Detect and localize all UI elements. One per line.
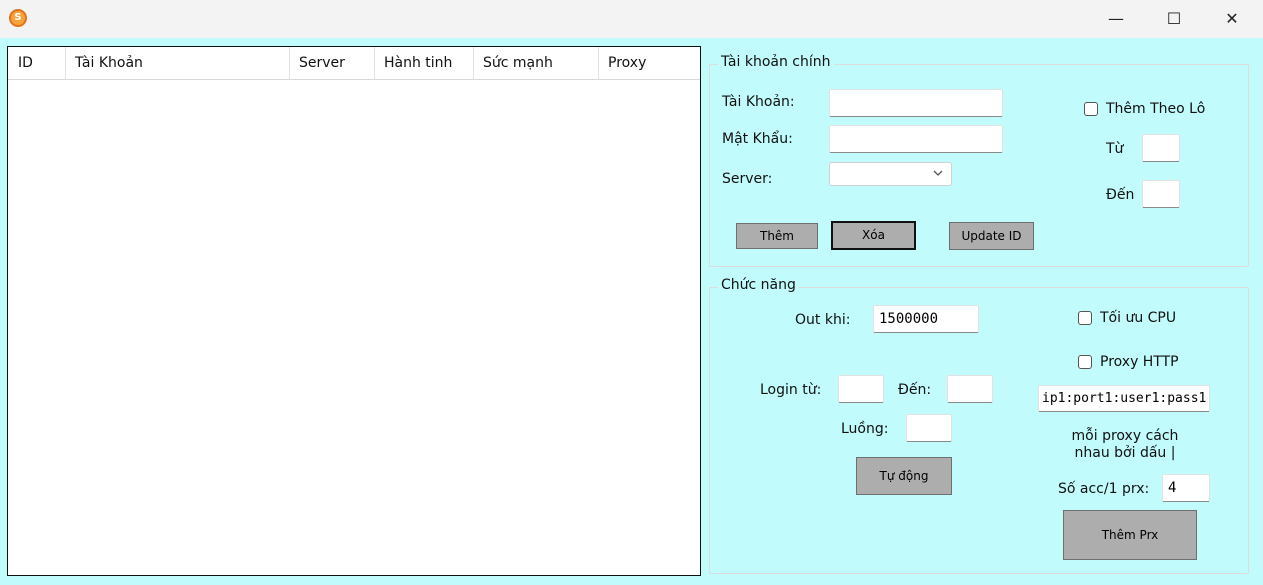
proxy-note-line-2: nhau bởi dấu | — [1074, 445, 1176, 461]
acc-per-proxy-label: Số acc/1 prx: — [1058, 481, 1150, 497]
optimize-cpu-checkbox[interactable]: Tối ưu CPU — [1078, 310, 1176, 326]
threads-input[interactable] — [906, 414, 952, 442]
add-proxy-button[interactable]: Thêm Prx — [1063, 510, 1197, 560]
to-label: Đến — [1106, 187, 1135, 203]
column-header-planet[interactable]: Hành tinh — [374, 47, 473, 80]
acc-per-proxy-input[interactable] — [1162, 474, 1210, 502]
optimize-cpu-checkbox-box[interactable] — [1078, 311, 1092, 325]
account-list[interactable]: ID Tài Khoản Server Hành tinh Sức mạnh P… — [7, 46, 701, 576]
out-when-input[interactable] — [873, 305, 979, 333]
client-area: ID Tài Khoản Server Hành tinh Sức mạnh P… — [0, 38, 1263, 585]
proxy-separator-note: mỗi proxy cách nhau bởi dấu | — [1050, 428, 1200, 462]
delete-account-button[interactable]: Xóa — [831, 221, 916, 250]
threads-label: Luồng: — [841, 421, 889, 437]
from-label: Từ — [1106, 141, 1124, 157]
proxy-input[interactable] — [1038, 385, 1210, 412]
login-to-label: Đến: — [898, 382, 932, 398]
batch-add-checkbox[interactable]: Thêm Theo Lô — [1084, 101, 1205, 117]
minimize-button[interactable]: — — [1087, 0, 1145, 38]
function-group-title: Chức năng — [718, 277, 799, 293]
column-header-account[interactable]: Tài Khoản — [65, 47, 289, 80]
column-header-proxy[interactable]: Proxy — [598, 47, 698, 80]
proxy-http-checkbox-label: Proxy HTTP — [1100, 354, 1179, 370]
auto-button[interactable]: Tự động — [856, 457, 952, 495]
server-label: Server: — [722, 171, 773, 187]
column-header-server[interactable]: Server — [289, 47, 374, 80]
out-when-label: Out khi: — [795, 312, 851, 328]
proxy-note-line-1: mỗi proxy cách — [1071, 428, 1179, 444]
username-label: Tài Khoản: — [722, 94, 795, 110]
close-button[interactable]: ✕ — [1203, 0, 1261, 38]
login-from-label: Login từ: — [760, 382, 822, 398]
column-header-id[interactable]: ID — [8, 47, 65, 80]
title-bar: S — ☐ ✕ — [0, 0, 1263, 38]
proxy-http-checkbox[interactable]: Proxy HTTP — [1078, 354, 1179, 370]
optimize-cpu-checkbox-label: Tối ưu CPU — [1100, 310, 1177, 326]
server-dropdown[interactable] — [829, 162, 952, 186]
login-to-input[interactable] — [947, 375, 993, 403]
main-account-group: Tài khoản chính Tài Khoản: Mật Khẩu: Ser… — [709, 54, 1249, 267]
batch-add-checkbox-box[interactable] — [1084, 102, 1098, 116]
update-id-button[interactable]: Update ID — [949, 222, 1034, 250]
proxy-http-checkbox-box[interactable] — [1078, 355, 1092, 369]
batch-add-checkbox-label: Thêm Theo Lô — [1106, 101, 1206, 117]
main-account-group-title: Tài khoản chính — [718, 54, 834, 70]
from-input[interactable] — [1142, 134, 1180, 162]
chevron-down-icon — [933, 170, 943, 176]
add-account-button[interactable]: Thêm — [736, 223, 818, 249]
list-header: ID Tài Khoản Server Hành tinh Sức mạnh P… — [8, 47, 700, 80]
column-header-power[interactable]: Sức mạnh — [473, 47, 598, 80]
password-input[interactable] — [829, 125, 1003, 153]
password-label: Mật Khẩu: — [722, 131, 793, 147]
username-input[interactable] — [829, 89, 1003, 117]
to-input[interactable] — [1142, 180, 1180, 208]
login-from-input[interactable] — [838, 375, 884, 403]
app-icon: S — [9, 9, 27, 27]
maximize-button[interactable]: ☐ — [1145, 0, 1203, 38]
function-group: Chức năng Out khi: Login từ: Đến: Luồng:… — [709, 277, 1249, 574]
